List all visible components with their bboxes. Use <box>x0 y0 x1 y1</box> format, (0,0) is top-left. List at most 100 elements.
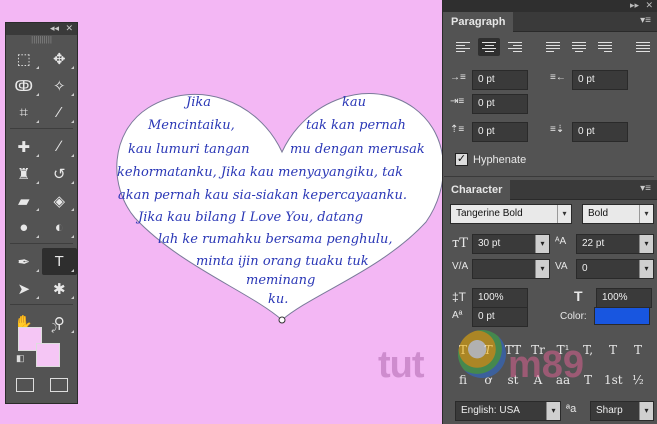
path-select-icon[interactable]: ➤ <box>6 275 42 302</box>
swap-colors-icon[interactable]: ⤸ <box>51 323 57 334</box>
font-style-select[interactable]: Bold ▾ <box>582 204 654 224</box>
tracking-value: 0 <box>582 263 588 274</box>
quick-mask-icon[interactable] <box>16 378 34 392</box>
panel-menu-icon[interactable]: ▾≡ <box>640 183 651 194</box>
close-icon[interactable]: ✕ <box>65 23 73 34</box>
opentype-button-4[interactable]: aa <box>554 370 572 390</box>
poem-line: Mencintaiku, <box>148 118 235 133</box>
grip-icon[interactable]: |||||||||| <box>6 35 77 45</box>
space-before-icon: ⇡≡ <box>450 124 465 135</box>
opentype-button-5[interactable]: T <box>579 370 597 390</box>
opentype-button-7[interactable]: ½ <box>629 370 647 390</box>
text-color-swatch[interactable] <box>594 307 650 325</box>
chevron-down-icon: ▾ <box>546 402 560 420</box>
paint-bucket-icon[interactable]: ◈ <box>42 187 78 214</box>
opentype-button-3[interactable]: A <box>529 370 547 390</box>
hyphenate-checkbox[interactable]: ✓ <box>455 153 468 166</box>
eraser-icon[interactable]: ▰ <box>6 187 42 214</box>
indent-left-input[interactable]: 0 pt <box>472 70 528 90</box>
kerning-icon: V/A <box>452 261 469 272</box>
font-style-value: Bold <box>588 208 609 219</box>
chevron-down-icon: ▾ <box>639 235 653 253</box>
eyedropper-icon[interactable]: ⁄ <box>42 99 78 126</box>
style-button-1[interactable]: T <box>479 340 497 360</box>
font-size-select[interactable]: 30 pt ▾ <box>472 234 550 254</box>
justify-center-button[interactable] <box>568 38 590 56</box>
indent-right-input[interactable]: 0 pt <box>572 70 628 90</box>
justify-all-button[interactable] <box>632 38 654 56</box>
leading-select[interactable]: 22 pt ▾ <box>576 234 654 254</box>
tool-row: ▰ ◈ <box>6 187 77 214</box>
align-center-button[interactable] <box>478 38 500 56</box>
marquee-icon[interactable]: ⬚ <box>6 45 42 72</box>
character-panel-header: Character ▾≡ <box>443 180 657 200</box>
horizontal-scale-input[interactable]: 100% <box>596 288 652 308</box>
font-size-icon: ᴛT <box>452 236 468 251</box>
baseline-shift-input[interactable]: 0 pt <box>472 307 528 327</box>
antialias-value: Sharp <box>596 405 623 416</box>
panel-menu-icon[interactable]: ▾≡ <box>640 15 651 26</box>
baseline-shift-icon: Aª <box>452 310 463 321</box>
align-right-button[interactable] <box>504 38 526 56</box>
crop-icon[interactable]: ⌗ <box>6 99 42 126</box>
dodge-icon[interactable]: ◐ <box>42 214 78 241</box>
opentype-button-0[interactable]: fi <box>454 370 472 390</box>
justify-left-button[interactable] <box>542 38 564 56</box>
space-before-input[interactable]: 0 pt <box>472 122 528 142</box>
healing-icon[interactable]: ✚ <box>6 133 42 160</box>
font-family-select[interactable]: Tangerine Bold ▾ <box>450 204 572 224</box>
blur-icon[interactable]: ● <box>6 214 42 241</box>
history-brush-icon[interactable]: ↺ <box>42 160 78 187</box>
chevron-down-icon: ▾ <box>639 205 653 223</box>
pen-icon[interactable]: ✒ <box>6 248 42 275</box>
lasso-icon[interactable]: ↂ <box>6 72 42 99</box>
font-family-value: Tangerine Bold <box>456 208 523 219</box>
default-colors-icon[interactable]: ◧ <box>16 353 25 364</box>
anchor-point[interactable] <box>278 316 286 324</box>
poem-line: mu dengan merusak <box>290 142 425 157</box>
style-button-2[interactable]: TT <box>504 340 522 360</box>
screen-mode-icon[interactable] <box>50 378 68 392</box>
tracking-icon: VA <box>555 261 568 272</box>
indent-left-icon: →≡ <box>450 72 466 83</box>
magic-wand-icon[interactable]: ✧ <box>42 72 78 99</box>
tool-row: ↂ ✧ <box>6 72 77 99</box>
poem-line: kau lumuri tangan <box>128 142 250 157</box>
opentype-button-6[interactable]: 1st <box>604 370 623 390</box>
space-after-input[interactable]: 0 pt <box>572 122 628 142</box>
chevron-down-icon: ▾ <box>535 260 549 278</box>
poem-line: ku. <box>268 292 289 307</box>
close-icon[interactable]: ✕ <box>645 0 653 11</box>
justify-right-button[interactable] <box>594 38 616 56</box>
tools-titlebar[interactable]: ◂◂ ✕ <box>6 23 77 35</box>
stamp-icon[interactable]: ♜ <box>6 160 42 187</box>
tab-character[interactable]: Character <box>443 180 511 200</box>
vertical-scale-input[interactable]: 100% <box>472 288 528 308</box>
move-icon[interactable]: ✥ <box>42 45 78 72</box>
style-button-4[interactable]: T¹ <box>554 340 572 360</box>
dock-titlebar[interactable]: ▸▸ ✕ <box>443 0 657 12</box>
chevron-down-icon: ▾ <box>535 235 549 253</box>
tab-paragraph[interactable]: Paragraph <box>443 12 514 32</box>
language-select[interactable]: English: USA ▾ <box>455 401 561 421</box>
background-color-swatch[interactable] <box>36 343 60 367</box>
style-button-0[interactable]: T <box>454 340 472 360</box>
align-left-button[interactable] <box>452 38 474 56</box>
collapse-icon[interactable]: ▸▸ <box>630 0 639 11</box>
style-button-3[interactable]: Tr <box>529 340 547 360</box>
tracking-select[interactable]: 0 ▾ <box>576 259 654 279</box>
style-button-6[interactable]: T <box>604 340 622 360</box>
brush-icon[interactable]: ∕ <box>42 133 78 160</box>
collapse-icon[interactable]: ◂◂ <box>50 23 59 34</box>
opentype-button-1[interactable]: ơ <box>479 370 497 390</box>
type-icon[interactable]: T <box>41 248 77 275</box>
zoom-icon[interactable]: ⚲ <box>42 309 78 336</box>
style-button-5[interactable]: T, <box>579 340 597 360</box>
indent-first-line-input[interactable]: 0 pt <box>472 94 528 114</box>
shape-icon[interactable]: ✱ <box>42 275 78 302</box>
style-button-7[interactable]: T <box>629 340 647 360</box>
poem-line: kau <box>342 95 367 110</box>
opentype-button-2[interactable]: st <box>504 370 522 390</box>
antialias-select[interactable]: Sharp ▾ <box>590 401 654 421</box>
kerning-select[interactable]: ▾ <box>472 259 550 279</box>
